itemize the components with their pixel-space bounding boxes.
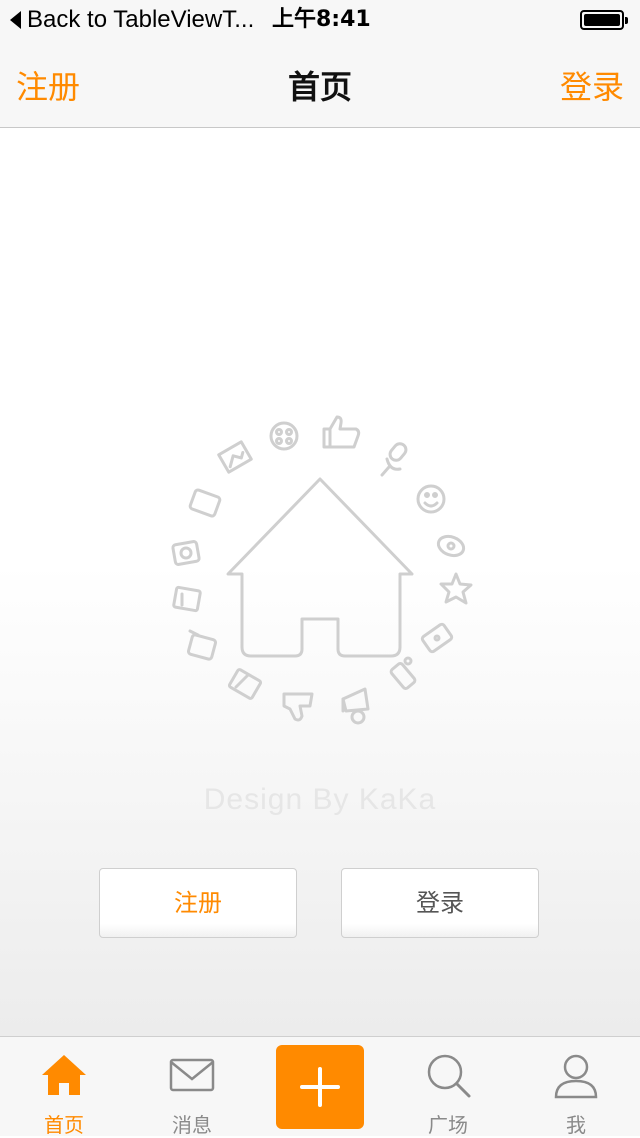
phone-icon <box>186 629 218 661</box>
tab-me-label: 我 <box>566 1113 586 1137</box>
plus-icon <box>300 1067 340 1107</box>
tab-plaza-label: 广场 <box>428 1113 468 1137</box>
tab-me[interactable]: 我 <box>512 1037 640 1137</box>
tab-messages[interactable]: 消息 <box>128 1037 256 1137</box>
add-button[interactable] <box>276 1045 364 1129</box>
tab-home-label: 首页 <box>44 1113 84 1137</box>
back-arrow-icon <box>10 11 21 29</box>
pencil-icon <box>227 668 263 700</box>
tool-icon <box>389 656 417 690</box>
eye-icon <box>436 534 466 558</box>
house-outline-icon <box>226 477 414 658</box>
thumbs-down-icon <box>282 692 314 722</box>
thumbs-up-icon <box>322 415 361 449</box>
film-reel-icon <box>269 421 299 451</box>
tab-home[interactable]: 首页 <box>0 1037 128 1137</box>
login-button[interactable]: 登录 <box>341 868 539 938</box>
microphone-icon <box>380 442 408 477</box>
mail-icon <box>169 1058 215 1092</box>
register-button[interactable]: 注册 <box>99 868 297 938</box>
back-to-app-label: Back to TableViewT... <box>27 6 255 33</box>
nav-login-button[interactable]: 登录 <box>560 62 624 108</box>
navigation-bar: 注册 首页 登录 <box>0 40 640 128</box>
smiley-icon <box>416 484 446 514</box>
document-icon <box>172 585 202 613</box>
tablet-icon <box>188 488 222 518</box>
star-icon <box>439 572 473 605</box>
status-time: 上午8:41 <box>272 7 371 32</box>
tab-messages-label: 消息 <box>172 1113 212 1137</box>
battery-icon <box>580 10 628 30</box>
home-icon <box>42 1055 86 1095</box>
search-icon <box>427 1054 471 1098</box>
design-credit-text: Design By KaKa <box>203 783 437 816</box>
tab-plaza[interactable]: 广场 <box>384 1037 512 1137</box>
page-title: 首页 <box>287 68 352 106</box>
picture-icon <box>217 440 253 474</box>
tab-bar: 首页 消息 广场 我 <box>0 1036 640 1137</box>
home-illustration <box>171 415 473 725</box>
megaphone-icon <box>341 687 370 725</box>
user-icon <box>554 1054 598 1099</box>
camera-icon <box>171 540 201 566</box>
status-bar: Back to TableViewT... 上午8:41 <box>0 0 640 40</box>
ticket-icon <box>420 622 454 654</box>
main-content: Design By KaKa 注册 登录 <box>0 129 640 1036</box>
back-to-app-link[interactable]: Back to TableViewT... <box>10 6 254 34</box>
